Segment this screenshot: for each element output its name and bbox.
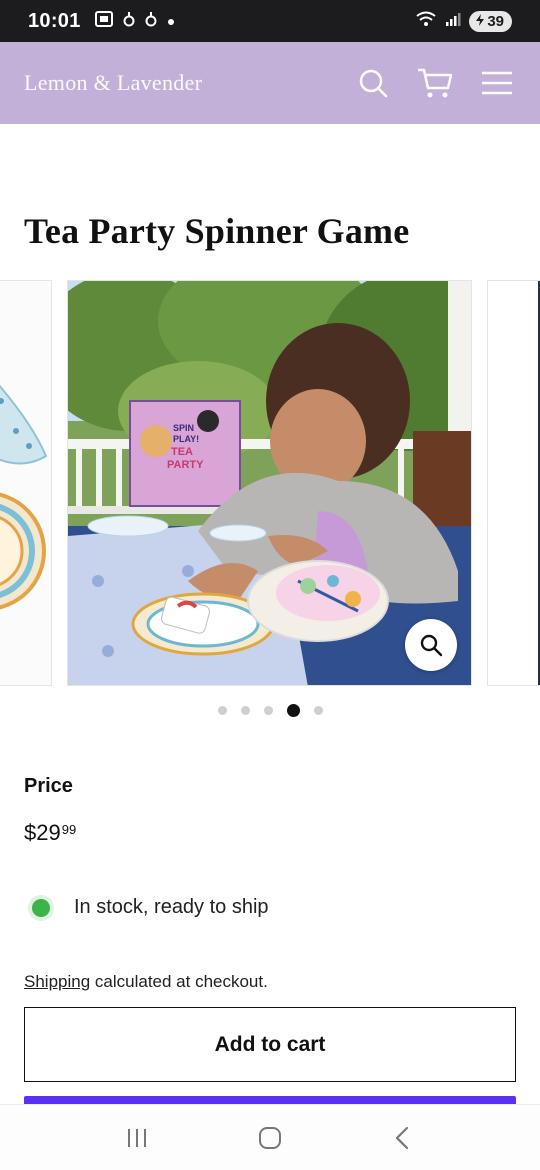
- wifi-icon: [415, 10, 437, 33]
- battery-indicator: 39: [469, 10, 512, 32]
- home-icon[interactable]: [246, 1114, 294, 1162]
- shipping-link[interactable]: Shipping: [24, 972, 90, 991]
- cart-icon[interactable]: [416, 64, 454, 102]
- battery-charging-icon: [475, 13, 485, 30]
- carousel-dot[interactable]: [217, 706, 227, 715]
- status-time: 10:01: [28, 9, 81, 32]
- signal-icon: [445, 11, 461, 32]
- carousel-dot[interactable]: [313, 706, 323, 715]
- product-image-next: [488, 281, 540, 685]
- price-cents: 99: [61, 822, 77, 837]
- carousel-slide-current[interactable]: SPIN PLAY! TEA PARTY: [67, 280, 472, 686]
- add-to-cart-button[interactable]: Add to cart: [24, 1007, 516, 1082]
- status-bar: 10:01 39: [0, 0, 540, 42]
- carousel-slide-previous[interactable]: [0, 280, 52, 686]
- recent-apps-icon[interactable]: [113, 1114, 161, 1162]
- carousel-dot-active[interactable]: [286, 704, 300, 717]
- zoom-button[interactable]: [405, 619, 457, 671]
- price-main: $29: [24, 820, 61, 845]
- system-navigation-bar: [0, 1104, 540, 1170]
- price: $29 99: [24, 820, 76, 846]
- screenshot-icon: [94, 11, 113, 31]
- carousel-dot[interactable]: [240, 706, 250, 715]
- product-image-carousel[interactable]: SPIN PLAY! TEA PARTY: [0, 280, 540, 686]
- zoom-icon: [420, 634, 443, 657]
- carousel-slide-next[interactable]: [487, 280, 540, 686]
- buy-now-button[interactable]: [24, 1096, 516, 1104]
- box-text-tea: TEA: [171, 446, 193, 458]
- shipping-text: calculated at checkout.: [90, 972, 268, 991]
- notification-icons: [94, 11, 175, 31]
- search-icon[interactable]: [354, 64, 392, 102]
- stock-text: In stock, ready to ship: [74, 896, 269, 918]
- back-icon[interactable]: [379, 1114, 427, 1162]
- brand-logo[interactable]: Lemon & Lavender: [24, 70, 202, 96]
- more-notifications-dot-icon: [167, 13, 175, 30]
- menu-icon[interactable]: [478, 64, 516, 102]
- notification-app-icon: [145, 11, 157, 31]
- box-text-play: PLAY!: [173, 434, 199, 444]
- battery-level: 39: [487, 12, 504, 30]
- price-label: Price: [24, 775, 73, 797]
- in-stock-indicator-icon: [32, 898, 50, 917]
- carousel-dot[interactable]: [263, 706, 273, 715]
- shipping-note: Shipping calculated at checkout.: [24, 972, 268, 992]
- notification-app-icon: [123, 11, 135, 31]
- carousel-dots: [0, 704, 540, 717]
- product-image-previous: [0, 281, 51, 685]
- box-text-spin: SPIN: [173, 423, 194, 433]
- site-header: Lemon & Lavender: [0, 42, 540, 124]
- stock-status: In stock, ready to ship: [32, 896, 269, 919]
- product-photo-girl-playing: SPIN PLAY! TEA PARTY: [68, 281, 471, 685]
- product-title: Tea Party Spinner Game: [24, 211, 410, 251]
- box-text-party: PARTY: [167, 459, 204, 471]
